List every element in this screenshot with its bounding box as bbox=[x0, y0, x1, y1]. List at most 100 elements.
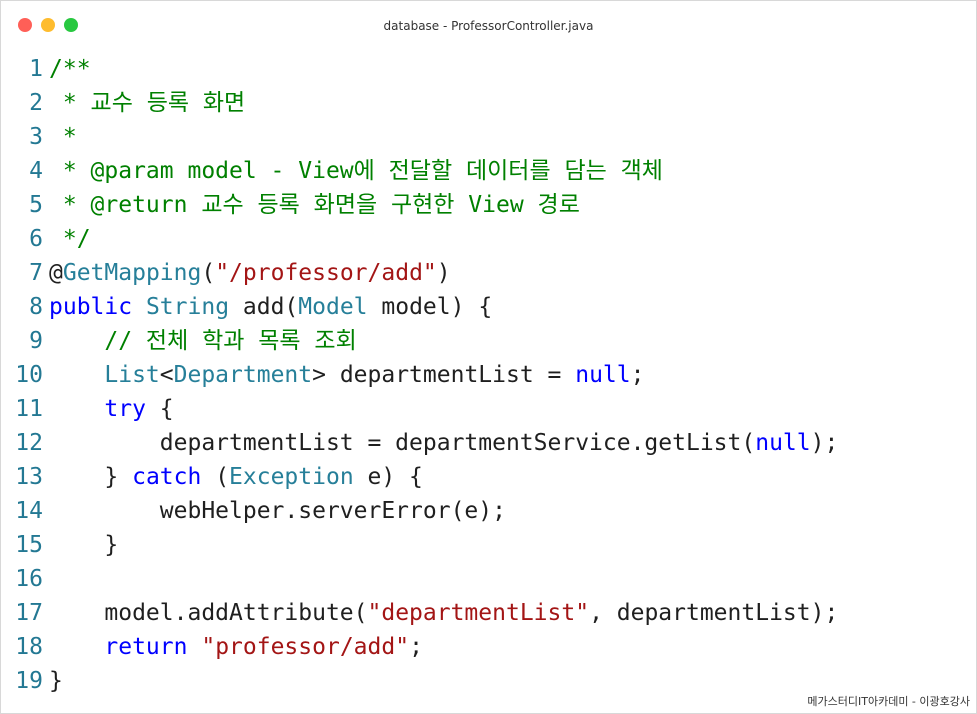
code-token-type: Model bbox=[298, 294, 368, 320]
code-text: // 전체 학과 목록 조회 bbox=[49, 328, 357, 354]
code-text: return "professor/add"; bbox=[49, 634, 423, 660]
credit-watermark: 메가스터디IT아카데미 - 이광호강사 bbox=[807, 695, 970, 708]
code-token-string: "departmentList" bbox=[367, 600, 590, 626]
code-token-plain: { bbox=[145, 396, 174, 422]
line-number: 1 bbox=[29, 56, 43, 82]
code-line: 14 webHelper.serverError(e); bbox=[1, 494, 976, 528]
code-token-keyword: try bbox=[104, 396, 146, 422]
code-line: 7 @GetMapping("/professor/add") bbox=[1, 256, 976, 290]
line-number: 18 bbox=[15, 634, 43, 660]
code-text: } bbox=[49, 668, 63, 694]
line-number: 13 bbox=[15, 464, 43, 490]
line-number: 15 bbox=[15, 532, 43, 558]
code-line: 5 * @return 교수 등록 화면을 구현한 View 경로 bbox=[1, 188, 976, 222]
code-line: 9 // 전체 학과 목록 조회 bbox=[1, 324, 976, 358]
code-token-string: "professor/add" bbox=[201, 634, 410, 660]
line-number: 19 bbox=[15, 668, 43, 694]
code-token-string: "/professor/add" bbox=[215, 260, 437, 286]
line-number: 9 bbox=[29, 328, 43, 354]
line-number: 11 bbox=[15, 396, 43, 422]
code-text: /** bbox=[49, 56, 91, 82]
code-token-comment: /** bbox=[49, 56, 91, 82]
code-text: model.addAttribute("departmentList", dep… bbox=[49, 600, 838, 626]
line-number: 4 bbox=[29, 158, 43, 184]
code-token-plain: add( bbox=[229, 294, 299, 320]
code-token-plain: ( bbox=[201, 464, 230, 490]
code-token-comment: */ bbox=[49, 226, 91, 252]
code-token-comment: * bbox=[49, 124, 77, 150]
code-token-plain: @ bbox=[49, 260, 63, 286]
code-line: 8 public String add(Model model) { bbox=[1, 290, 976, 324]
code-window: database - ProfessorController.java 1/**… bbox=[0, 0, 977, 714]
code-token-comment: * 교수 등록 화면 bbox=[49, 90, 246, 116]
code-token-plain: < bbox=[159, 362, 174, 388]
code-token-keyword: catch bbox=[132, 464, 202, 490]
code-text: * 교수 등록 화면 bbox=[49, 90, 245, 116]
line-number: 17 bbox=[15, 600, 43, 626]
code-text: * @return 교수 등록 화면을 구현한 View 경로 bbox=[49, 192, 580, 218]
code-line: 4 * @param model - View에 전달할 데이터를 담는 객체 bbox=[1, 154, 976, 188]
line-number: 3 bbox=[29, 124, 43, 150]
code-text: } bbox=[49, 532, 118, 558]
code-token-plain: model) { bbox=[367, 294, 493, 320]
line-number: 14 bbox=[15, 498, 43, 524]
window-title: database - ProfessorController.java bbox=[383, 19, 594, 33]
title-bar: database - ProfessorController.java bbox=[1, 1, 976, 51]
code-text: * @param model - View에 전달할 데이터를 담는 객체 bbox=[49, 158, 663, 184]
line-number: 10 bbox=[15, 362, 43, 388]
code-token-plain: } bbox=[49, 532, 119, 558]
code-token-keyword: public bbox=[49, 294, 133, 320]
code-token-comment: * @param model - View에 전달할 데이터를 담는 객체 bbox=[49, 158, 663, 184]
line-number: 16 bbox=[15, 566, 43, 592]
code-token-type: List bbox=[104, 362, 160, 388]
code-line: 6 */ bbox=[1, 222, 976, 256]
code-line: 2 * 교수 등록 화면 bbox=[1, 86, 976, 120]
code-token-type: Department bbox=[173, 362, 313, 388]
code-line: 17 model.addAttribute("departmentList", … bbox=[1, 596, 976, 630]
code-line: 1/** bbox=[1, 52, 976, 86]
code-token-plain: ); bbox=[810, 430, 839, 456]
code-token-plain: departmentList = departmentService.getLi… bbox=[49, 430, 756, 456]
code-text: public String add(Model model) { bbox=[49, 294, 492, 320]
code-token-plain: ) bbox=[436, 260, 451, 286]
line-number: 12 bbox=[15, 430, 43, 456]
code-text: } catch (Exception e) { bbox=[49, 464, 423, 490]
code-text: try { bbox=[49, 396, 174, 422]
code-token-plain: } bbox=[49, 668, 63, 694]
code-line: 11 try { bbox=[1, 392, 976, 426]
code-text: @GetMapping("/professor/add") bbox=[49, 260, 451, 286]
code-token-keyword: null bbox=[575, 362, 631, 388]
code-token-plain: } bbox=[49, 464, 133, 490]
line-number: 2 bbox=[29, 90, 43, 116]
code-line: 15 } bbox=[1, 528, 976, 562]
code-line: 10 List<Department> departmentList = nul… bbox=[1, 358, 976, 392]
code-line: 12 departmentList = departmentService.ge… bbox=[1, 426, 976, 460]
line-number: 5 bbox=[29, 192, 43, 218]
code-token-plain: ; bbox=[409, 634, 423, 660]
code-token-keyword: null bbox=[755, 430, 811, 456]
code-token-plain: ; bbox=[630, 362, 645, 388]
code-token-plain: ( bbox=[201, 260, 216, 286]
line-number: 8 bbox=[29, 294, 43, 320]
code-text: webHelper.serverError(e); bbox=[49, 498, 506, 524]
line-number: 6 bbox=[29, 226, 43, 252]
code-text: */ bbox=[49, 226, 91, 252]
code-token-type: String bbox=[145, 294, 230, 320]
code-token-plain: > departmentList = bbox=[312, 362, 576, 388]
code-text: * bbox=[49, 124, 77, 150]
code-text: departmentList = departmentService.getLi… bbox=[49, 430, 839, 456]
code-token-type: Exception bbox=[229, 464, 354, 490]
code-token-type: GetMapping bbox=[62, 260, 202, 286]
code-token-comment: // 전체 학과 목록 조회 bbox=[49, 328, 357, 354]
code-token-plain: , departmentList); bbox=[589, 600, 839, 626]
code-token-comment: * @return 교수 등록 화면을 구현한 View 경로 bbox=[49, 192, 580, 218]
code-token-keyword: return bbox=[104, 634, 188, 660]
code-token-plain: model.addAttribute( bbox=[49, 600, 368, 626]
code-line: 13 } catch (Exception e) { bbox=[1, 460, 976, 494]
code-line: 16 bbox=[1, 562, 976, 596]
